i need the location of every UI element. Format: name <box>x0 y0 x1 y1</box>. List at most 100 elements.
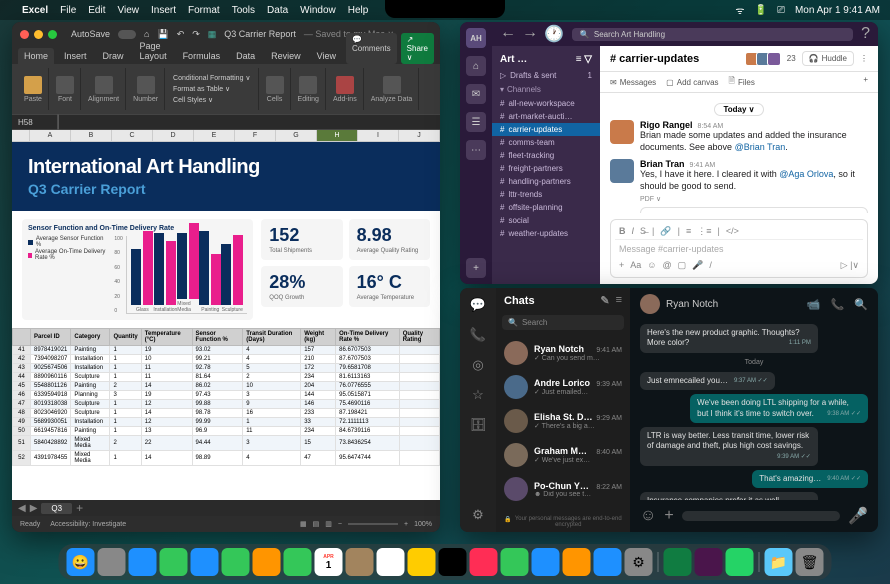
tool-cond-format[interactable]: Conditional Formatting ∨ <box>170 73 254 83</box>
mic-icon[interactable]: 🎤 <box>692 260 703 271</box>
slack-message[interactable]: Rigo Rangel8:54 AMBrian made some update… <box>610 120 868 153</box>
ribbon-tab-insert[interactable]: Insert <box>58 48 93 64</box>
avatar[interactable] <box>610 120 634 144</box>
dock-excel-icon[interactable] <box>664 548 692 576</box>
zoom-slider[interactable] <box>348 523 398 525</box>
menubar-help[interactable]: Help <box>348 5 369 16</box>
member-avatars[interactable] <box>748 52 781 66</box>
member-count[interactable]: 23 <box>787 54 796 63</box>
date-divider[interactable]: Today ∨ <box>714 103 763 116</box>
ribbon-tab-draw[interactable]: Draw <box>97 48 130 64</box>
more-icon[interactable]: ⋮ <box>860 54 868 63</box>
message-bubble[interactable]: LTR is way better. Less transit time, lo… <box>640 427 818 466</box>
comments-button[interactable]: 💬 Comments <box>346 33 397 64</box>
dock-keynote-icon[interactable] <box>532 548 560 576</box>
rail-activity-icon[interactable]: ☰ <box>466 112 486 132</box>
add-tab-icon[interactable]: + <box>863 75 868 89</box>
dock-trash-icon[interactable]: 🗑 <box>796 548 824 576</box>
rail-dm-icon[interactable]: ✉ <box>466 84 486 104</box>
maximize-button[interactable] <box>48 30 57 39</box>
emoji-icon[interactable]: ☺ <box>647 260 656 271</box>
tool-analyze[interactable]: Analyze Data <box>365 68 420 110</box>
message-bubble[interactable]: Just emnecailed you…9:37 AM ✓✓ <box>640 372 775 390</box>
add-sheet-button[interactable]: + <box>76 501 83 515</box>
table-row[interactable]: 506619457816Painting11396.91123484.67391… <box>13 427 440 436</box>
format-icon[interactable]: Aa <box>630 260 641 271</box>
dock-slack-icon[interactable] <box>695 548 723 576</box>
chat-list-item[interactable]: Andre Lorico9:39 AM✓ Just emailed… <box>496 370 630 404</box>
history-icon[interactable]: 🕐 <box>544 24 564 44</box>
message-author[interactable]: Brian Tran <box>640 159 685 169</box>
dock-pages-icon[interactable] <box>563 548 591 576</box>
attach-icon[interactable]: + <box>619 260 624 271</box>
menubar-window[interactable]: Window <box>300 5 336 16</box>
search-conv-icon[interactable]: 🔍 <box>854 298 868 311</box>
table-row[interactable]: 466339594918Planning31997.43314495.05158… <box>13 391 440 400</box>
ribbon-tab-home[interactable]: Home <box>18 48 54 64</box>
dock-maps-icon[interactable] <box>222 548 250 576</box>
zoom-out-icon[interactable]: − <box>338 521 342 528</box>
shortcut-icon[interactable]: / <box>709 260 712 271</box>
cell-reference[interactable]: H58 <box>18 118 48 127</box>
dock-launchpad-icon[interactable] <box>98 548 126 576</box>
table-row[interactable]: 478019318038Sculpture11299.88914675.4690… <box>13 400 440 409</box>
table-row[interactable]: 448890960116Sculpture11181.64223481.6113… <box>13 373 440 382</box>
tool-cell-styles[interactable]: Cell Styles ∨ <box>170 95 254 105</box>
dock-photos-icon[interactable] <box>253 548 281 576</box>
dock-messages-icon[interactable] <box>160 548 188 576</box>
rail-home-icon[interactable]: ⌂ <box>466 56 486 76</box>
tool-number[interactable]: Number <box>127 68 165 110</box>
dock-appstore-icon[interactable] <box>594 548 622 576</box>
chat-rail-status-icon[interactable]: ◎ <box>469 356 487 374</box>
zoom-in-icon[interactable]: + <box>404 521 408 528</box>
chat-list-item[interactable]: Elisha St. D…9:29 AM✓ There's a big a… <box>496 404 630 438</box>
minimize-button[interactable] <box>34 30 43 39</box>
chat-rail-chats-icon[interactable]: 💬 <box>469 296 487 314</box>
table-header[interactable]: Weight (kg) <box>301 329 336 346</box>
chat-rail-archive-icon[interactable]: 🗄 <box>469 416 487 434</box>
nav-back-icon[interactable]: ← <box>500 24 516 44</box>
menubar-file[interactable]: File <box>60 5 76 16</box>
ribbon-tab-review[interactable]: Review <box>265 48 307 64</box>
share-button[interactable]: ↗ Share ∨ <box>401 33 434 64</box>
sidebar-channel[interactable]: #art-market-aucti… <box>492 110 600 123</box>
close-button[interactable] <box>20 30 29 39</box>
menubar-data[interactable]: Data <box>267 5 288 16</box>
avatar[interactable] <box>610 159 634 183</box>
sidebar-channel[interactable]: #social <box>492 214 600 227</box>
sidebar-channel[interactable]: #handling-partners <box>492 175 600 188</box>
sidebar-channel[interactable]: #weather-updates <box>492 227 600 240</box>
sidebar-channel[interactable]: #all-new-workspace <box>492 97 600 110</box>
slack-search[interactable]: 🔍 Search Art Handling <box>572 28 853 41</box>
table-header[interactable]: Temperature (°C) <box>141 329 192 346</box>
menubar-edit[interactable]: Edit <box>88 5 105 16</box>
sidebar-channels-header[interactable]: ▾Channels <box>492 82 600 97</box>
ribbon-tab-layout[interactable]: Page Layout <box>134 38 173 64</box>
sub-canvas[interactable]: ▢ Add canvas <box>666 75 718 89</box>
chat-search[interactable]: 🔍Search <box>502 315 624 330</box>
document-title[interactable]: Q3 Carrier Report <box>224 29 296 39</box>
link-icon[interactable]: 🔗 <box>660 226 671 237</box>
zoom-level[interactable]: 100% <box>414 521 432 528</box>
conversation-name[interactable]: Ryan Notch <box>640 294 718 314</box>
chat-input[interactable] <box>682 511 840 521</box>
prev-sheet-icon[interactable]: ◀ <box>18 503 26 514</box>
table-row[interactable]: 495689930051Installation11299.9913372.11… <box>13 418 440 427</box>
dock-whatsapp-icon[interactable] <box>726 548 754 576</box>
sub-messages[interactable]: ✉ Messages <box>610 75 656 89</box>
sidebar-channel[interactable]: #freight-partners <box>492 162 600 175</box>
mention[interactable]: @Aga Orlova <box>779 169 833 179</box>
tool-paste[interactable]: Paste <box>18 68 49 110</box>
table-row[interactable]: 427394098207Installation11099.21421087.6… <box>13 355 440 364</box>
chat-rail-settings-icon[interactable]: ⚙ <box>469 506 487 524</box>
chat-rail-calls-icon[interactable]: 📞 <box>469 326 487 344</box>
table-row[interactable]: 488023046920Sculpture11498.781623387.198… <box>13 409 440 418</box>
table-header[interactable]: Transit Duration (Days) <box>243 329 301 346</box>
dock-calendar-icon[interactable]: APR1 <box>315 548 343 576</box>
col-header[interactable]: E <box>194 130 235 141</box>
menubar-view[interactable]: View <box>118 5 140 16</box>
col-header[interactable]: C <box>112 130 153 141</box>
col-header[interactable]: J <box>399 130 440 141</box>
dock-safari-icon[interactable] <box>129 548 157 576</box>
ribbon-tab-view[interactable]: View <box>311 48 342 64</box>
